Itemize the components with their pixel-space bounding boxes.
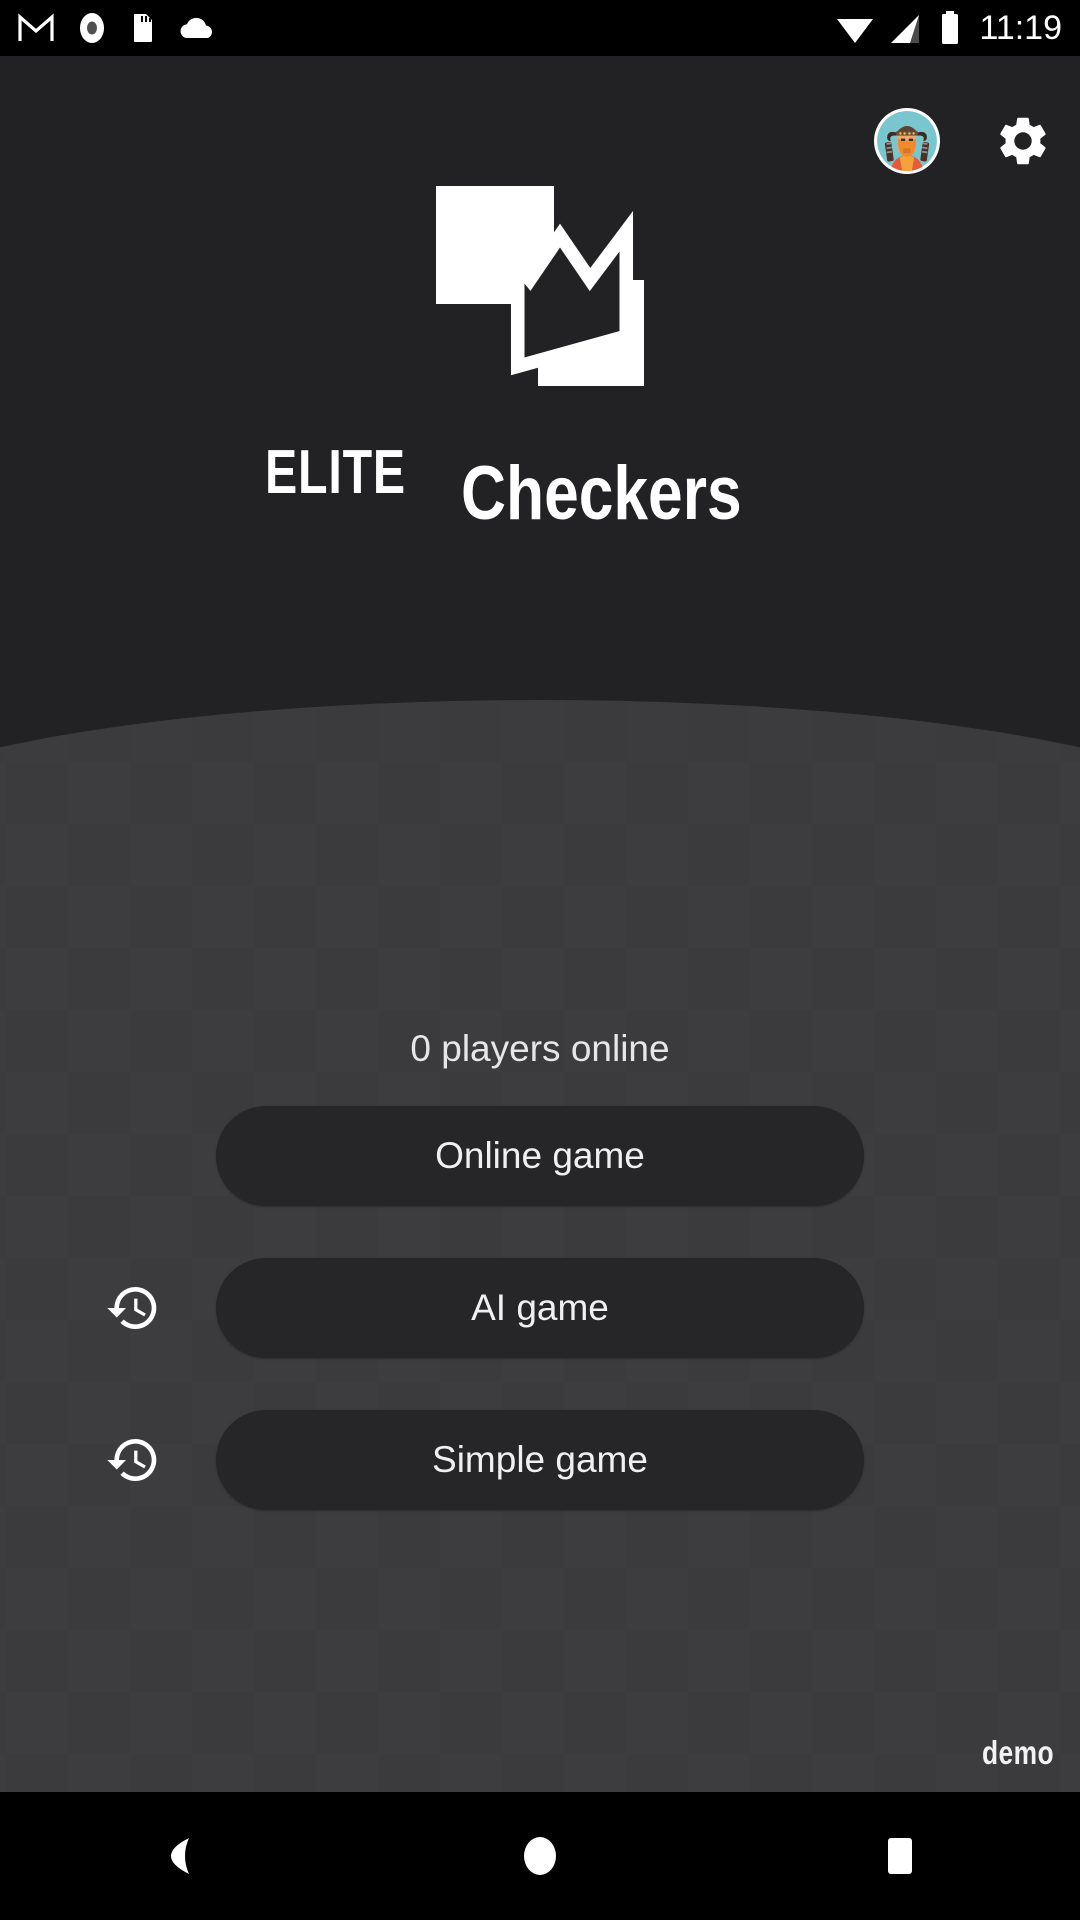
back-icon: [171, 1838, 189, 1874]
recents-icon: [888, 1838, 912, 1874]
header-panel: ELITE Checkers: [0, 56, 1080, 776]
demo-badge: demo: [981, 1734, 1054, 1771]
online-game-button[interactable]: Online game: [216, 1106, 864, 1206]
brand-word-checkers: Checkers: [461, 451, 742, 536]
brand-block: ELITE Checkers: [0, 176, 1080, 532]
cellular-signal-icon: [891, 15, 920, 43]
sd-card-icon: [134, 14, 152, 42]
cloud-icon: [180, 17, 213, 38]
ai-game-row: AI game: [0, 1247, 1080, 1369]
gmail-icon: [18, 13, 54, 41]
status-bar-left-icons: [18, 12, 216, 44]
header-actions: [874, 108, 1052, 174]
ai-game-button[interactable]: AI game: [216, 1258, 864, 1358]
nav-back-button[interactable]: [110, 1792, 250, 1920]
main-menu: 0 players online Online game AI game Sim…: [0, 1030, 1080, 1551]
brand-word-elite: ELITE: [264, 438, 406, 507]
online-game-row: Online game: [0, 1095, 1080, 1217]
battery-icon: [942, 11, 959, 44]
history-icon[interactable]: [105, 1280, 161, 1336]
nav-recents-button[interactable]: [830, 1792, 970, 1920]
status-bar-right-icons: 11:19: [835, 10, 1062, 46]
simple-game-button[interactable]: Simple game: [216, 1410, 864, 1510]
android-nav-bar: [0, 1792, 1080, 1920]
simple-game-row: Simple game: [0, 1399, 1080, 1521]
players-online-label: 0 players online: [410, 1028, 670, 1069]
nav-home-button[interactable]: [470, 1792, 610, 1920]
wifi-icon: [837, 19, 874, 43]
page-title: ELITE Checkers: [264, 430, 804, 532]
record-icon: [80, 13, 104, 43]
elite-checkers-crown-logo-icon: [430, 176, 650, 396]
home-icon: [524, 1837, 556, 1875]
status-bar: 11:19: [0, 0, 1080, 56]
history-icon[interactable]: [105, 1432, 161, 1488]
gear-icon[interactable]: [994, 112, 1052, 170]
app-screen: 11:19 ELITE Checkers 0 players online On…: [0, 0, 1080, 1920]
viking-avatar-image: [877, 111, 937, 171]
avatar[interactable]: [874, 108, 940, 174]
status-bar-clock: 11:19: [979, 9, 1062, 47]
